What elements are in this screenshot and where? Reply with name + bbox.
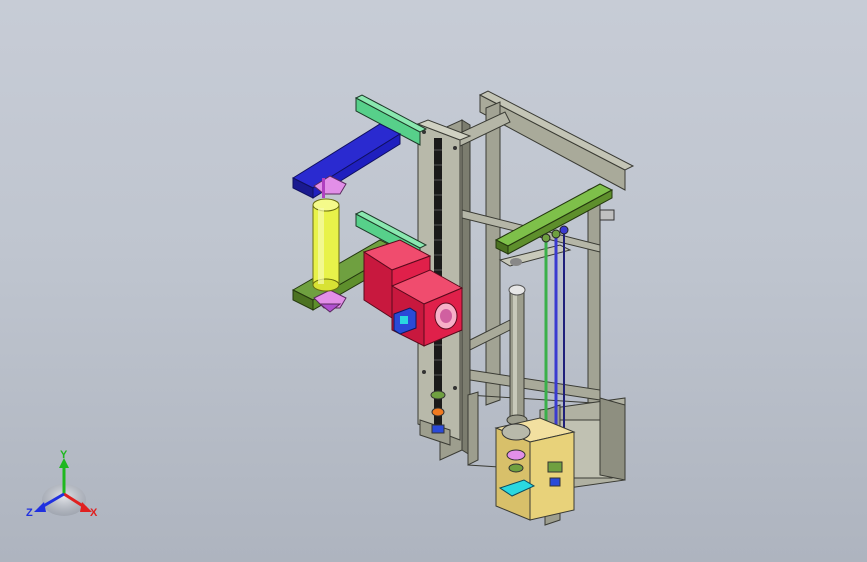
upper-arm[interactable] <box>291 94 428 199</box>
triad-z-label: Z <box>26 507 33 519</box>
graphics-viewport[interactable]: Y X Z <box>0 0 867 562</box>
orientation-triad: Y X Z <box>26 449 98 519</box>
triad-x-label: X <box>90 507 98 519</box>
lift-column[interactable] <box>506 284 528 426</box>
cad-assembly-model[interactable] <box>0 0 867 562</box>
workpiece-cylinder[interactable] <box>312 198 340 292</box>
base-block[interactable] <box>494 417 576 521</box>
triad-y-label: Y <box>60 449 68 461</box>
